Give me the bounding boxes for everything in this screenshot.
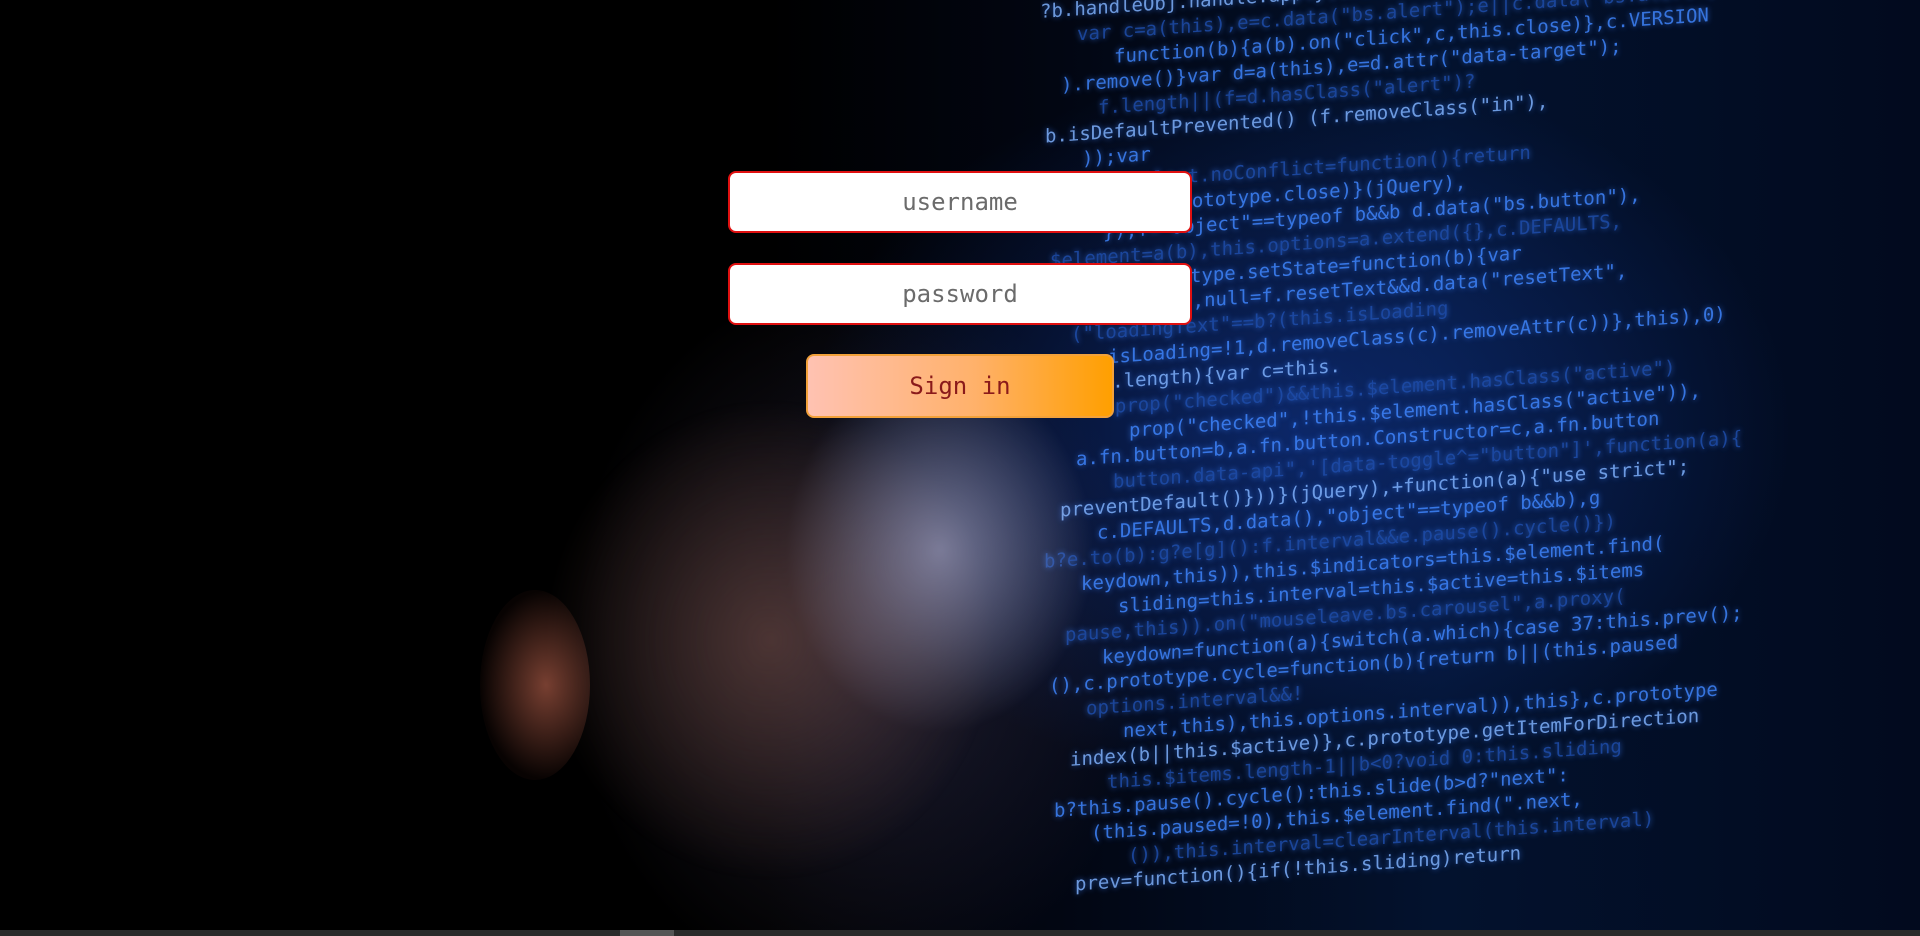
login-form: Sign in (0, 0, 1920, 936)
username-input[interactable] (728, 171, 1192, 233)
sign-in-button[interactable]: Sign in (806, 354, 1114, 418)
login-page-background: ?b.handleObj.handle.apply(this,var c=a(t… (0, 0, 1920, 936)
scrollbar-thumb[interactable] (620, 930, 674, 936)
horizontal-scrollbar[interactable] (0, 930, 1920, 936)
password-input[interactable] (728, 263, 1192, 325)
